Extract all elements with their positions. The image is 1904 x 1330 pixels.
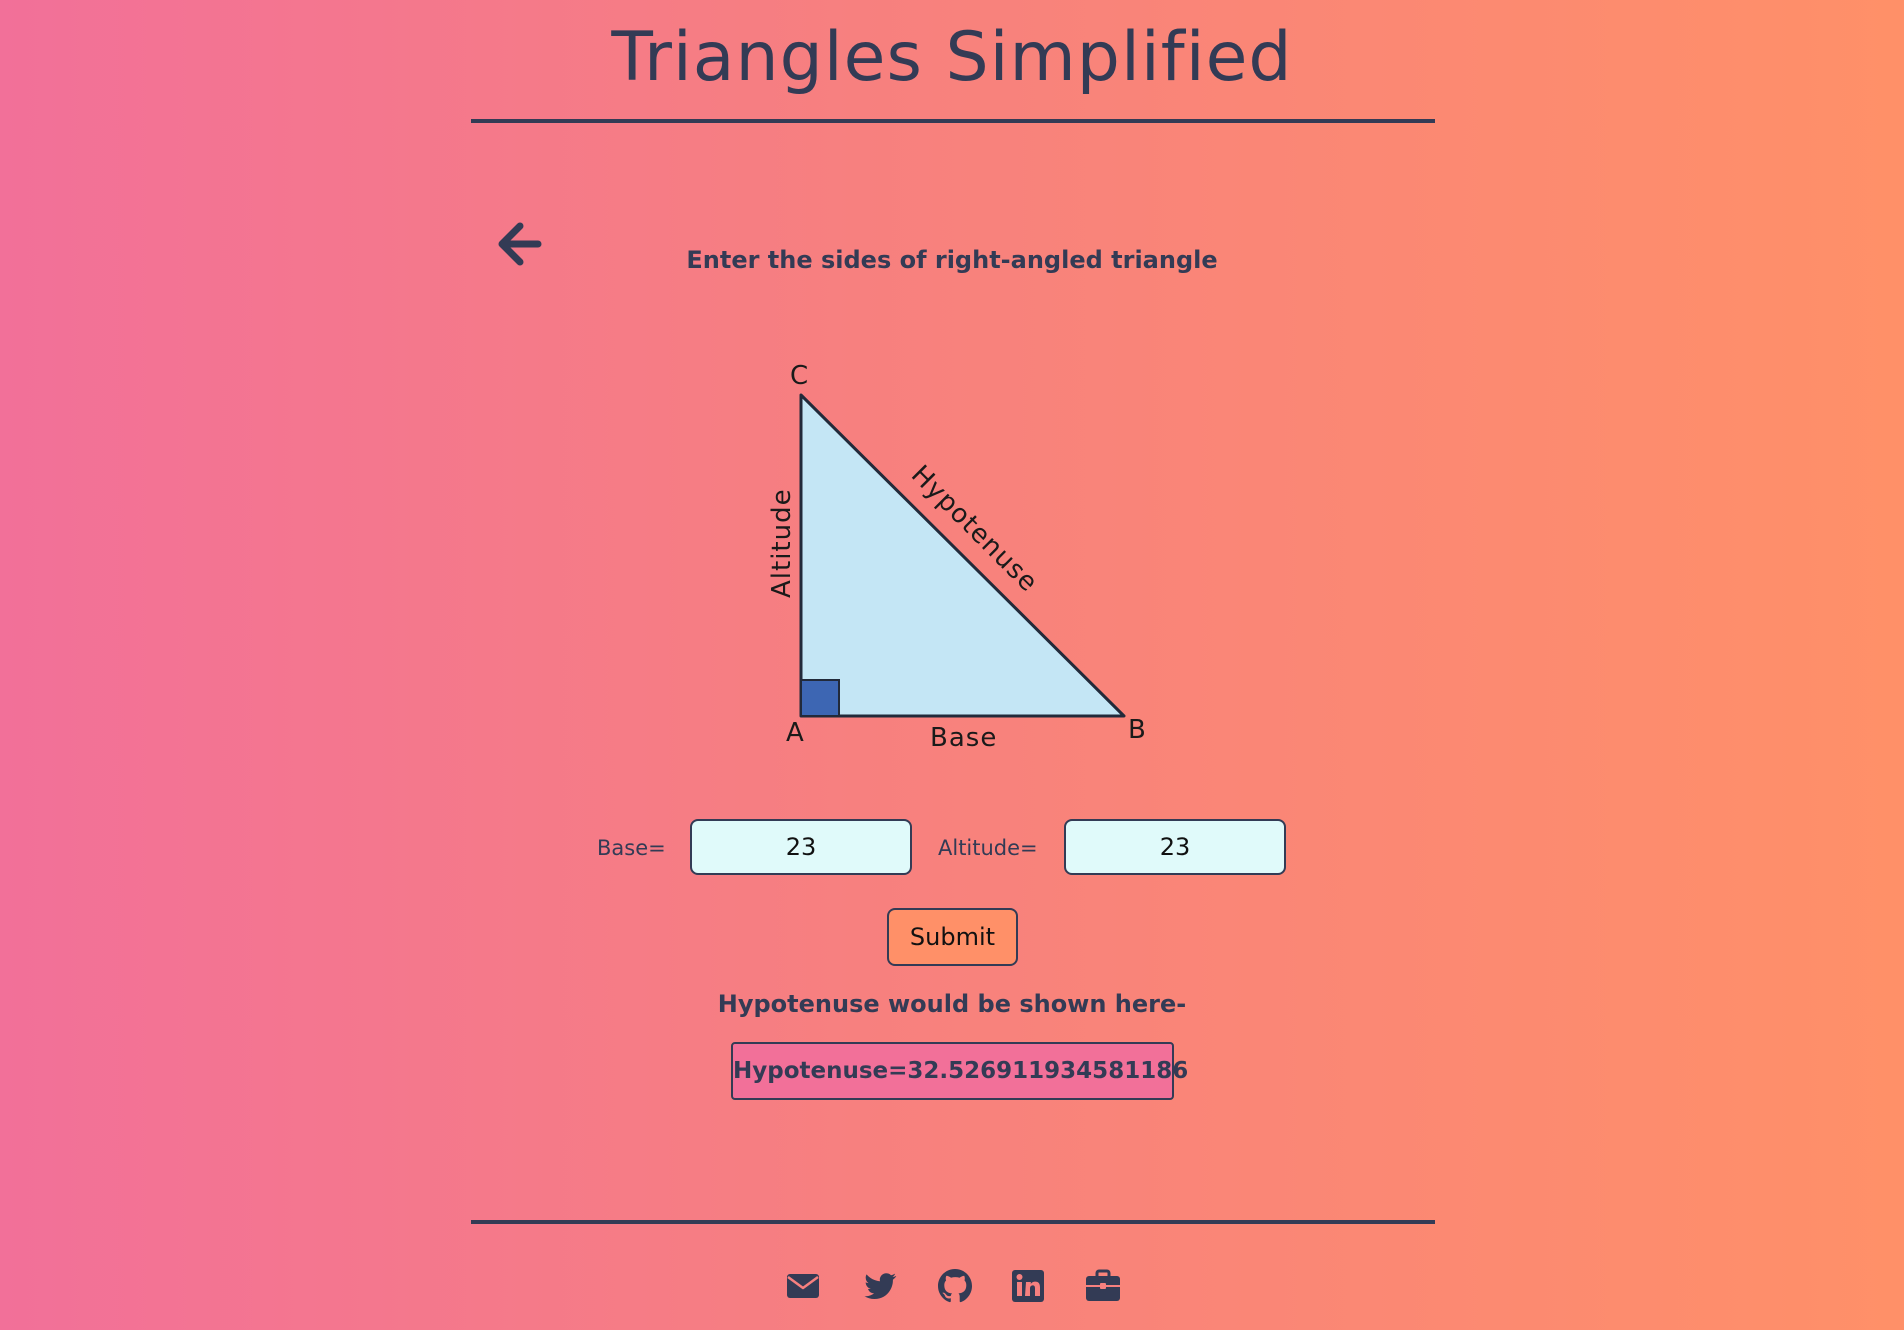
page-title: Triangles Simplified bbox=[611, 18, 1293, 97]
altitude-field-label: Altitude= bbox=[938, 836, 1038, 860]
twitter-icon[interactable] bbox=[860, 1266, 900, 1306]
altitude-input[interactable] bbox=[1064, 819, 1286, 875]
footer-divider bbox=[471, 1220, 1435, 1224]
github-icon[interactable] bbox=[935, 1266, 975, 1306]
sides-form: Base= Altitude= bbox=[0, 819, 1904, 877]
header-divider bbox=[471, 119, 1435, 123]
right-angle-marker bbox=[800, 679, 840, 717]
altitude-label: Altitude bbox=[767, 488, 797, 598]
submit-button[interactable]: Submit bbox=[887, 908, 1018, 966]
right-triangle-diagram: C A B Altitude Hypotenuse Base bbox=[767, 361, 1146, 753]
instruction-text: Enter the sides of right-angled triangle bbox=[686, 246, 1218, 274]
hypotenuse-output: Hypotenuse=32.526911934581186 bbox=[731, 1042, 1188, 1100]
base-field-label: Base= bbox=[597, 836, 666, 860]
vertex-a-label: A bbox=[786, 718, 804, 748]
briefcase-icon[interactable] bbox=[1083, 1266, 1123, 1306]
triangle-shape bbox=[799, 393, 1126, 718]
footer-social-links bbox=[0, 1266, 1904, 1310]
base-label: Base bbox=[930, 723, 997, 753]
envelope-icon[interactable] bbox=[783, 1266, 823, 1306]
result-caption: Hypotenuse would be shown here- bbox=[717, 990, 1187, 1018]
base-input[interactable] bbox=[690, 819, 912, 875]
vertex-c-label: C bbox=[790, 361, 808, 391]
linkedin-icon[interactable] bbox=[1008, 1266, 1048, 1306]
vertex-b-label: B bbox=[1128, 715, 1146, 745]
